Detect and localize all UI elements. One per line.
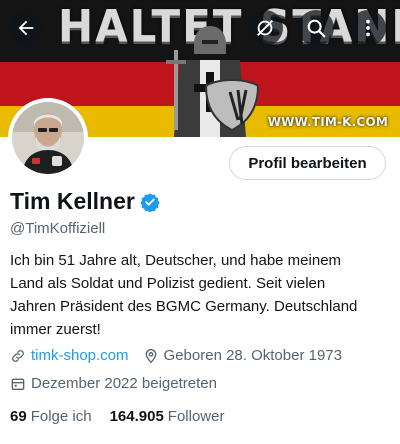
profile-meta-row: timk-shop.com Geboren 28. Oktober 1973 xyxy=(10,347,342,364)
display-name: Tim Kellner xyxy=(10,188,135,214)
bio-line: Jahren Präsident des BGMC Germany. Deuts… xyxy=(10,298,358,315)
birthday-text: Geboren 28. Oktober 1973 xyxy=(163,347,342,364)
search-icon xyxy=(307,19,326,38)
mute-notifications-button[interactable] xyxy=(247,10,283,46)
bio-line: immer zuerst! xyxy=(10,321,101,338)
link-icon xyxy=(12,349,24,362)
user-handle: @TimKoffiziell xyxy=(10,220,106,237)
website-link[interactable]: timk-shop.com xyxy=(31,347,129,364)
joined-date-text: Dezember 2022 beigetreten xyxy=(31,375,217,392)
profile-bio: Ich bin 51 Jahre alt, Deutscher, und hab… xyxy=(10,249,395,341)
profile-meta-row: Dezember 2022 beigetreten xyxy=(10,375,217,392)
more-vertical-icon xyxy=(366,19,370,37)
followers-count: 164.905 xyxy=(109,408,164,425)
banner-url-watermark: WWW.TIM-K.COM xyxy=(267,115,388,129)
bio-line: Land als Soldat und Polizist gedient. Se… xyxy=(10,275,326,292)
location-pin-icon xyxy=(145,348,156,363)
following-count: 69 xyxy=(10,408,27,425)
followers-link[interactable]: 164.905 Follower xyxy=(110,408,225,425)
follow-stats: 69 Folge ich 164.905 Follower xyxy=(10,408,242,425)
calendar-icon xyxy=(11,378,25,390)
more-options-button[interactable] xyxy=(350,10,386,46)
bell-off-icon xyxy=(257,20,273,36)
avatar-portrait xyxy=(12,102,84,174)
following-label: Folge ich xyxy=(30,408,92,425)
following-link[interactable]: 69 Folge ich xyxy=(10,408,92,425)
verified-badge-icon[interactable] xyxy=(140,192,160,212)
bio-line: Ich bin 51 Jahre alt, Deutscher, und hab… xyxy=(10,252,342,269)
search-button[interactable] xyxy=(298,10,334,46)
edit-profile-button[interactable]: Profil bearbeiten xyxy=(229,146,386,180)
back-button[interactable] xyxy=(8,10,44,46)
profile-avatar[interactable] xyxy=(8,98,88,178)
display-name-row: Tim Kellner xyxy=(10,188,160,215)
followers-label: Follower xyxy=(167,408,225,425)
arrow-left-icon xyxy=(18,20,34,36)
